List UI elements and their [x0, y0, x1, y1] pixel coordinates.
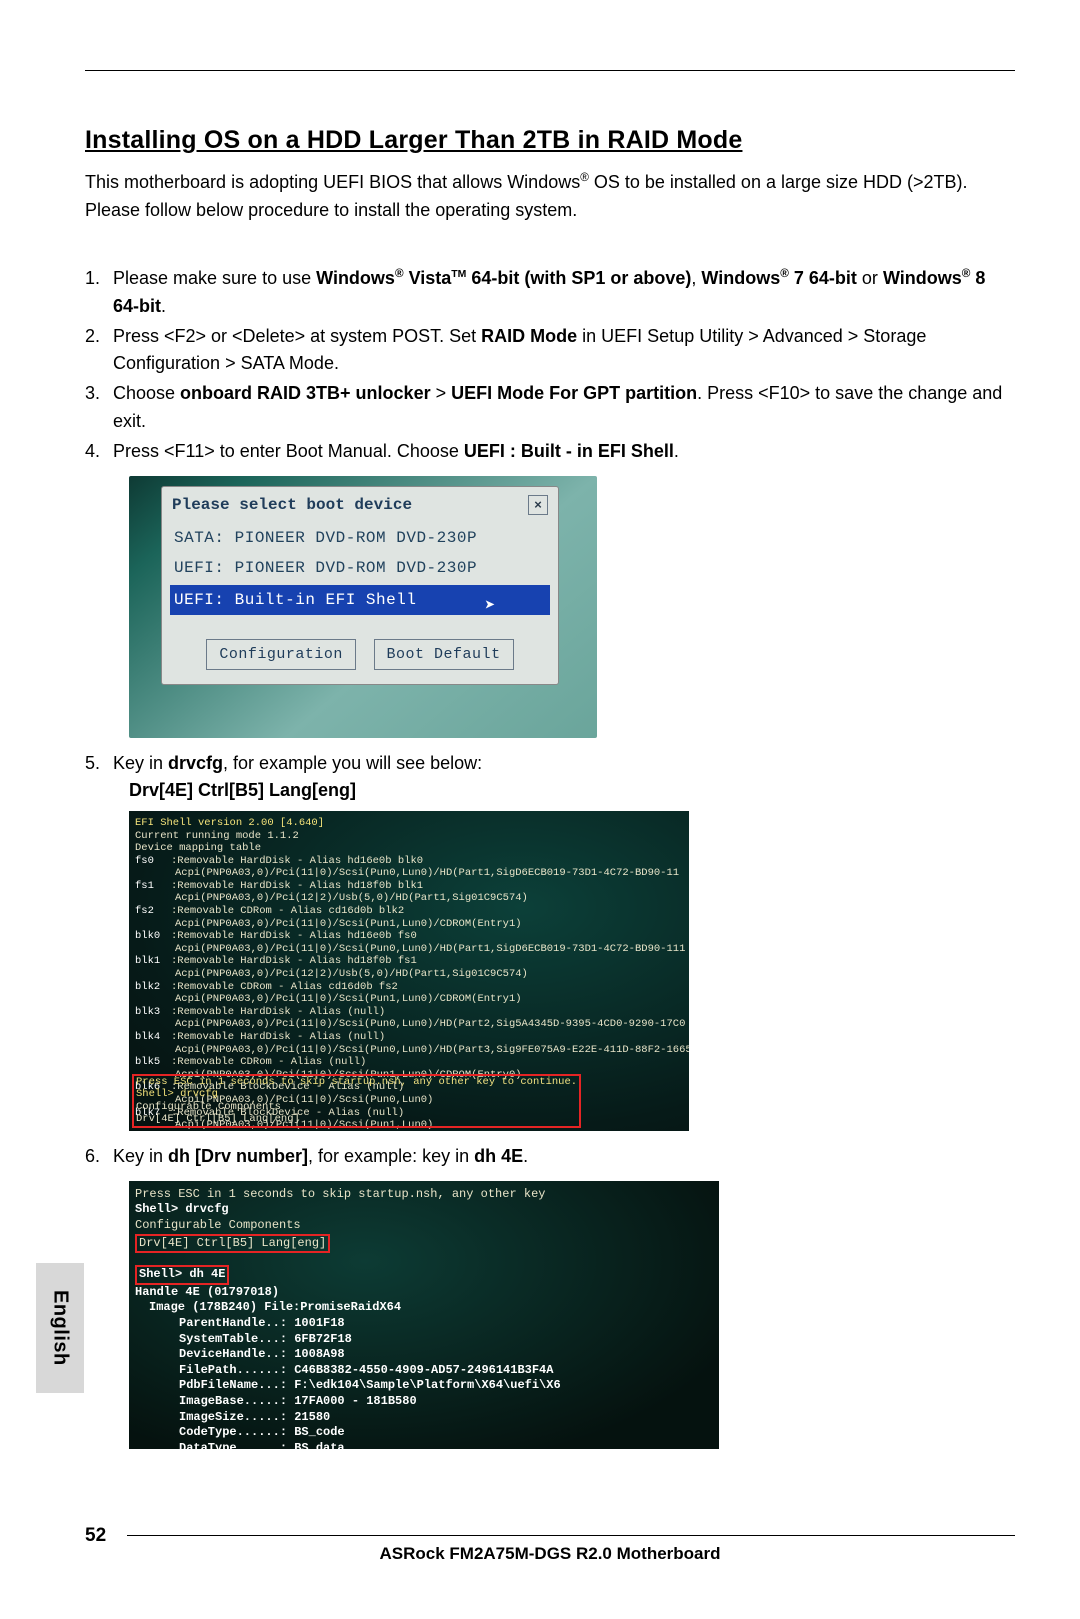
boot-device-screenshot: Please select boot device × SATA: PIONEE…: [129, 476, 1015, 738]
boot-option-sata[interactable]: SATA: PIONEER DVD-ROM DVD-230P: [172, 523, 548, 553]
footer-product-name: ASRock FM2A75M-DGS R2.0 Motherboard: [85, 1544, 1015, 1564]
highlighted-dh-command: Shell> dh 4E: [135, 1265, 229, 1285]
cursor-icon: ➤: [485, 595, 496, 617]
efi-shell-dh-screenshot: Press ESC in 1 seconds to skip startup.n…: [129, 1181, 1015, 1449]
boot-option-uefi-dvd[interactable]: UEFI: PIONEER DVD-ROM DVD-230P: [172, 553, 548, 583]
section-heading: Installing OS on a HDD Larger Than 2TB i…: [85, 126, 1015, 155]
drvcfg-output-line: Drv[4E] Ctrl[B5] Lang[eng]: [129, 780, 1015, 801]
highlighted-drv-line: Drv[4E] Ctrl[B5] Lang[eng]: [135, 1234, 330, 1254]
step-1: Please make sure to use Windows® VistaTM…: [85, 265, 1015, 321]
page-number: 52: [85, 1525, 106, 1547]
boot-default-button[interactable]: Boot Default: [374, 639, 514, 670]
step-2: Press <F2> or <Delete> at system POST. S…: [85, 323, 1015, 379]
step-5: Key in drvcfg, for example you will see …: [85, 750, 1015, 778]
boot-popup-title: Please select boot device ×: [172, 495, 548, 515]
close-icon[interactable]: ×: [528, 495, 548, 515]
language-tab: English: [36, 1263, 84, 1393]
step-3: Choose onboard RAID 3TB+ unlocker > UEFI…: [85, 380, 1015, 436]
configuration-button[interactable]: Configuration: [206, 639, 356, 670]
top-rule: [85, 70, 1015, 71]
footer-rule: [127, 1535, 1015, 1536]
step-4: Press <F11> to enter Boot Manual. Choose…: [85, 438, 1015, 466]
step-6: Key in dh [Drv number], for example: key…: [85, 1143, 1015, 1171]
highlighted-drvcfg-box: Press ESC in 1 seconds to skip startup.n…: [132, 1074, 581, 1128]
efi-shell-drvcfg-screenshot: EFI Shell version 2.00 [4.640] Current r…: [129, 811, 1015, 1131]
boot-option-uefi-shell[interactable]: UEFI: Built-in EFI Shell ➤: [170, 585, 550, 615]
intro-paragraph: This motherboard is adopting UEFI BIOS t…: [85, 169, 1015, 225]
